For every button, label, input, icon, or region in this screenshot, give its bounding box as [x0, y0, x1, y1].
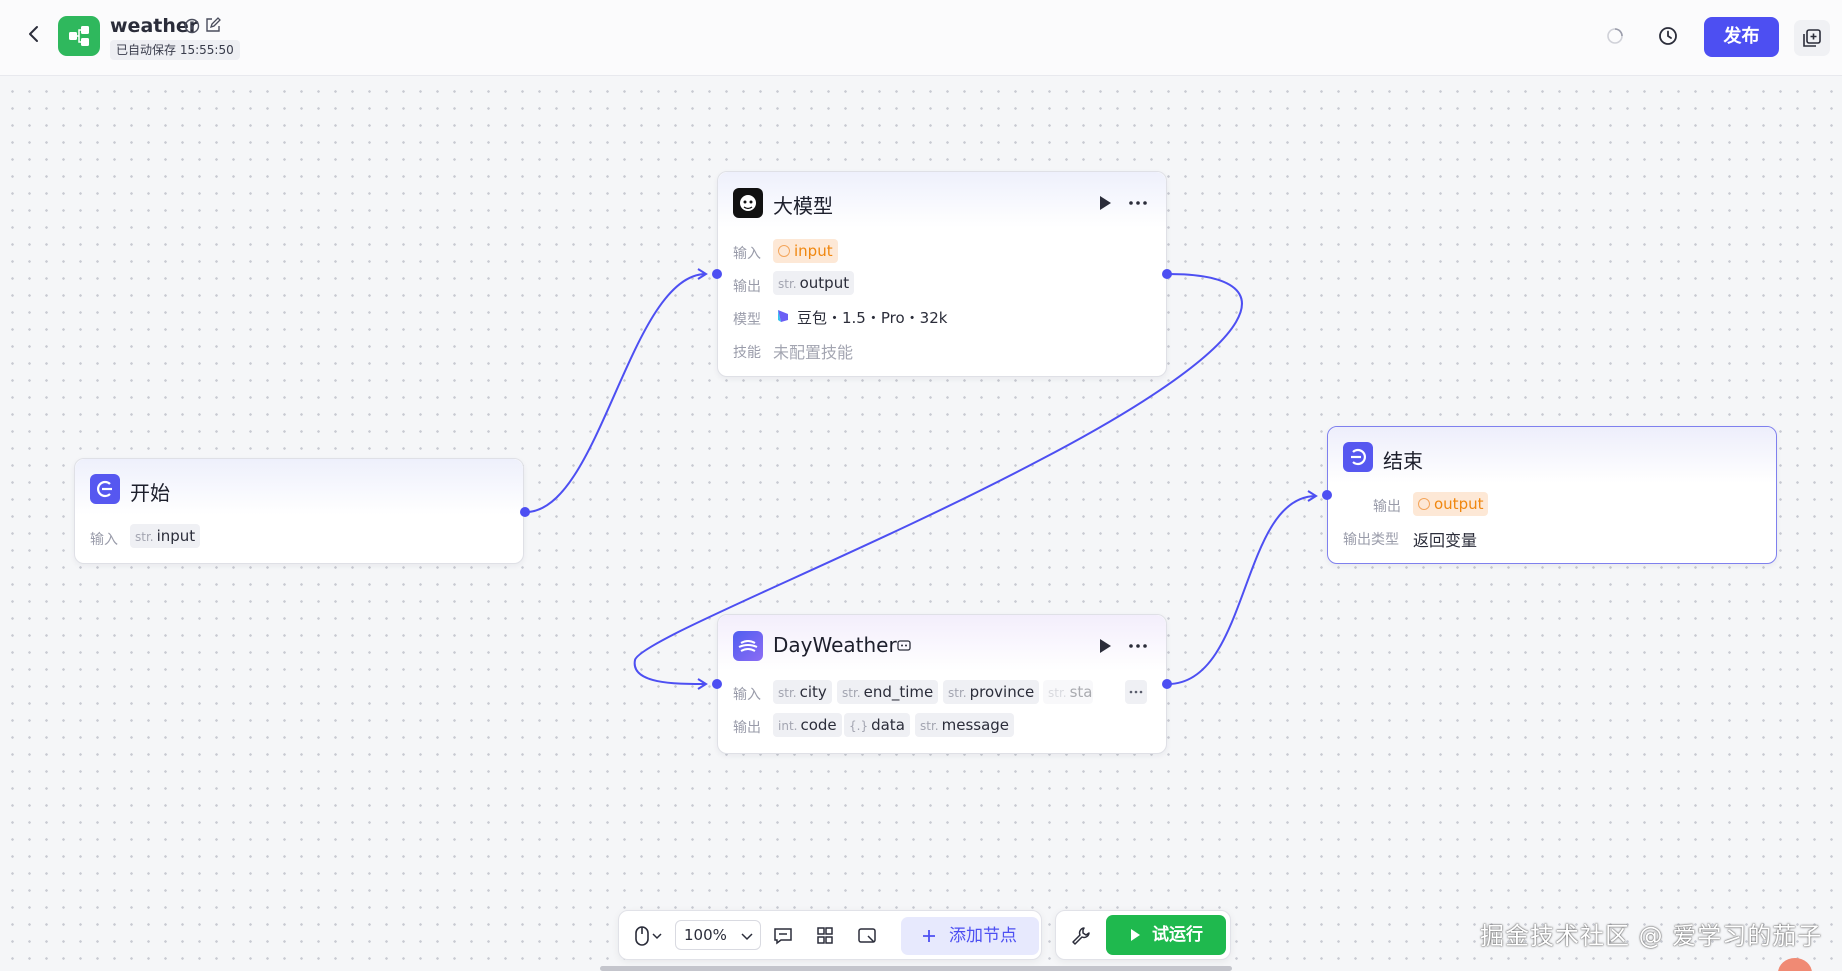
end-node-icon [1343, 442, 1373, 472]
end-output-type-label: 输出类型 [1343, 532, 1399, 548]
start-node-icon [90, 474, 120, 504]
ellipsis-icon [1129, 690, 1143, 694]
more-options-icon[interactable] [1127, 635, 1149, 657]
canvas-toolbar: 100% 添加节点 [618, 910, 1042, 960]
dayweather-input-tag[interactable]: str. end_time [837, 680, 939, 704]
watermark: 掘金技术社区 @ 爱学习的茄子 [1480, 922, 1823, 950]
test-run-button[interactable]: 试运行 [1106, 915, 1226, 955]
zoom-select[interactable]: 100% [675, 920, 761, 950]
llm-out-port[interactable] [1162, 269, 1172, 279]
dayweather-node-icon [733, 631, 763, 661]
plugin-badge-icon [897, 640, 911, 651]
end-output-tag[interactable]: output [1413, 492, 1489, 516]
doubao-model-icon [778, 310, 788, 322]
run-node-icon[interactable] [1094, 192, 1116, 214]
warning-icon [1418, 498, 1430, 510]
end-output-label: 输出 [1373, 499, 1401, 515]
loading-spinner-icon [1607, 28, 1623, 44]
llm-skill-label: 技能 [733, 345, 761, 361]
chevron-down-icon[interactable] [650, 925, 664, 947]
dayweather-output-tag[interactable]: {.} data [844, 713, 910, 737]
llm-input-tag[interactable]: input [773, 239, 838, 263]
llm-node-icon [733, 188, 763, 218]
dayweather-in-port[interactable] [712, 679, 722, 689]
dayweather-output-label: 输出 [733, 720, 761, 736]
wrench-icon[interactable] [1070, 925, 1092, 947]
chevron-down-icon [741, 933, 753, 941]
comment-icon[interactable] [772, 925, 794, 947]
start-out-port[interactable] [520, 507, 530, 517]
llm-node[interactable]: 大模型 输入 input 输出 str. output 模型 豆包・1.5・Pro… [717, 171, 1167, 377]
llm-in-port[interactable] [712, 269, 722, 279]
dayweather-node-title: DayWeather [773, 633, 897, 657]
edit-icon[interactable] [204, 16, 222, 34]
llm-node-title: 大模型 [773, 194, 833, 218]
dayweather-input-tag-faded[interactable]: str. sta [1043, 680, 1093, 704]
minimap-icon[interactable] [856, 925, 878, 947]
history-icon[interactable] [1657, 25, 1679, 47]
plus-icon [923, 930, 935, 942]
duplicate-icon [1803, 29, 1821, 47]
run-node-icon[interactable] [1094, 635, 1116, 657]
end-in-port[interactable] [1322, 490, 1332, 500]
end-node-title: 结束 [1383, 449, 1423, 473]
more-options-icon[interactable] [1127, 192, 1149, 214]
dayweather-output-tag[interactable]: str. message [915, 713, 1015, 737]
dayweather-input-tag[interactable]: str. city [773, 680, 832, 704]
add-node-button[interactable]: 添加节点 [901, 917, 1039, 955]
llm-output-tag[interactable]: str. output [773, 271, 855, 295]
warning-icon [778, 245, 790, 257]
autosave-status: 已自动保存 15:55:50 [110, 40, 240, 60]
top-header: weather 已自动保存 15:55:50 发布 [0, 0, 1842, 76]
run-toolbar: 试运行 [1055, 910, 1231, 960]
auto-layout-icon[interactable] [814, 925, 836, 947]
dayweather-input-tag[interactable]: str. province [943, 680, 1040, 704]
llm-skill-value: 未配置技能 [773, 343, 854, 362]
start-node-title: 开始 [130, 481, 170, 505]
play-icon [1131, 929, 1140, 941]
publish-button[interactable]: 发布 [1704, 17, 1779, 57]
start-input-label: 输入 [90, 532, 118, 548]
llm-input-label: 输入 [733, 246, 761, 262]
start-input-tag[interactable]: str. input [130, 524, 201, 548]
back-icon[interactable] [22, 22, 46, 46]
duplicate-button[interactable] [1794, 20, 1830, 56]
horizontal-scrollbar[interactable] [600, 966, 1232, 971]
start-node[interactable]: 开始 输入 str. input [74, 458, 524, 564]
llm-model-label: 模型 [733, 312, 761, 328]
dayweather-out-port[interactable] [1162, 679, 1172, 689]
more-inputs-button[interactable] [1125, 680, 1147, 704]
workflow-app-icon [58, 16, 100, 56]
end-node[interactable]: 结束 输出 output 输出类型 返回变量 [1327, 426, 1777, 564]
dayweather-output-tag[interactable]: int. code [773, 713, 842, 737]
llm-output-label: 输出 [733, 279, 761, 295]
end-output-type-value: 返回变量 [1413, 531, 1478, 550]
info-icon[interactable] [183, 17, 201, 35]
dayweather-node[interactable]: DayWeather 输入 str. city str. end_time str.… [717, 614, 1167, 754]
llm-model-value: 豆包・1.5・Pro・32k [797, 309, 948, 327]
dayweather-input-label: 输入 [733, 687, 761, 703]
